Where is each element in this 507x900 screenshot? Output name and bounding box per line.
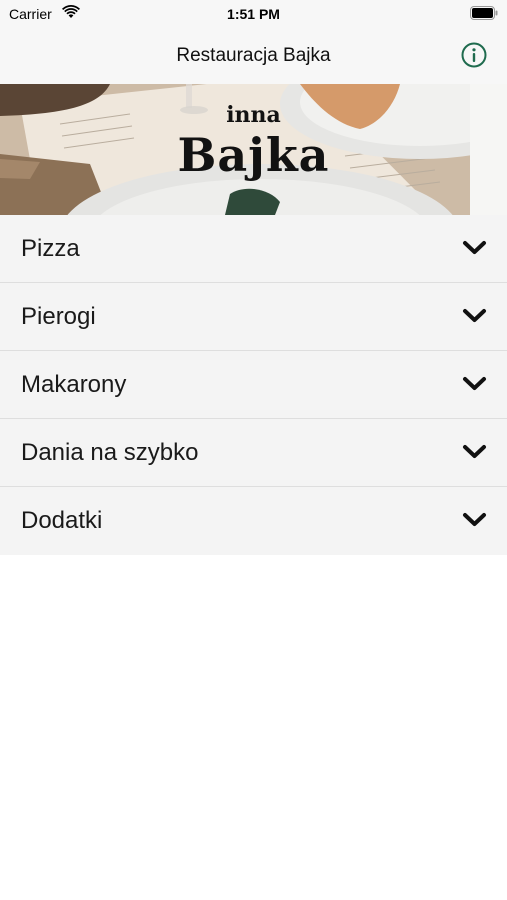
status-time: 1:51 PM xyxy=(227,6,280,22)
page-title: Restauracja Bajka xyxy=(176,45,331,66)
chevron-down-icon xyxy=(463,241,486,254)
menu-category-makarony[interactable]: Makarony xyxy=(0,351,507,419)
menu-category-label: Makarony xyxy=(21,371,127,398)
menu-category-label: Dodatki xyxy=(21,507,103,534)
status-bar: Carrier 1:51 PM xyxy=(0,0,507,26)
menu-category-label: Pierogi xyxy=(21,303,96,330)
info-icon[interactable] xyxy=(461,42,487,68)
chevron-down-icon xyxy=(463,445,486,458)
menu-category-list: Pizza Pierogi Makarony Dania na szybko D… xyxy=(0,215,507,555)
logo-text-big: Bajka xyxy=(177,128,330,182)
menu-category-pizza[interactable]: Pizza xyxy=(0,215,507,283)
logo-text-small: inna xyxy=(226,102,281,128)
menu-category-pierogi[interactable]: Pierogi xyxy=(0,283,507,351)
chevron-down-icon xyxy=(463,513,486,526)
menu-category-label: Dania na szybko xyxy=(21,439,199,466)
chevron-down-icon xyxy=(463,309,486,322)
menu-category-label: Pizza xyxy=(21,235,80,262)
navigation-bar: Restauracja Bajka xyxy=(0,26,507,84)
menu-category-dodatki[interactable]: Dodatki xyxy=(0,487,507,555)
restaurant-banner: inna Bajka xyxy=(0,84,507,215)
menu-category-dania-na-szybko[interactable]: Dania na szybko xyxy=(0,419,507,487)
chevron-down-icon xyxy=(463,377,486,390)
battery-icon xyxy=(470,6,498,20)
